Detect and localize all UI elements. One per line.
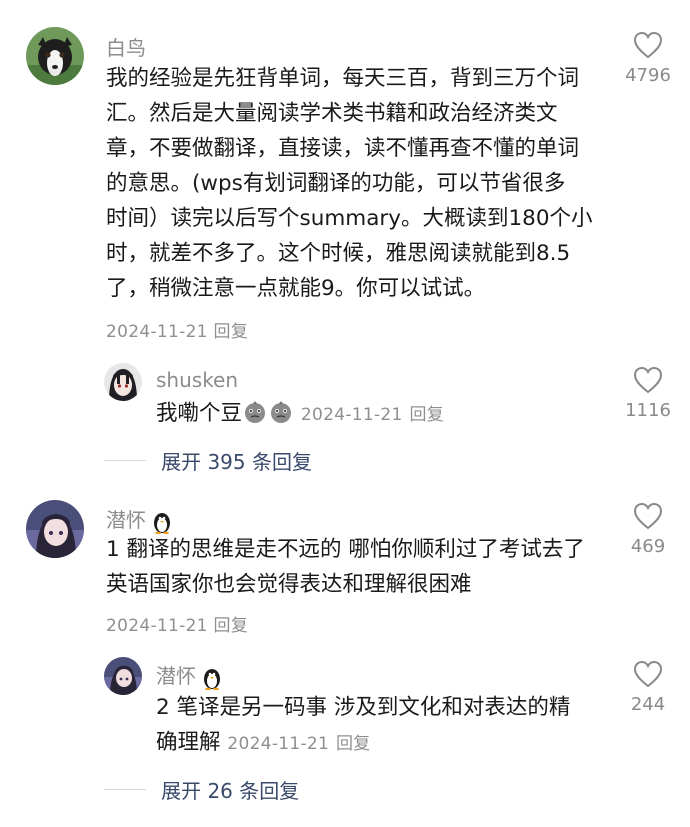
reply-button[interactable]: 回复 [410, 405, 445, 425]
username[interactable]: shusken [156, 368, 238, 392]
reply-item: 潜怀 2 笔译是另一码事 涉及到文化和对表达的精 确理解 2024-11-21 … [0, 654, 690, 764]
reply-line-text: 确理解 [156, 730, 221, 755]
penguin-icon [154, 512, 170, 534]
dog-avatar-image [26, 27, 84, 85]
comment-line: 时，就差不多了。这个时候，雅思阅读就能到8.5 [106, 241, 571, 266]
username-text: 潜怀 [106, 508, 146, 532]
comment-item: 白鸟 我的经验是先狂背单词，每天三百，背到三万个词 汇。然后是大量阅读学术类书籍… [0, 0, 690, 342]
avatar[interactable] [104, 363, 142, 401]
reply-item: shusken 我嘞个豆 2024-11-21 回复 1116 [0, 360, 690, 450]
avatar[interactable] [26, 500, 84, 558]
comment-line: 我的经验是先狂背单词，每天三百，背到三万个词 [106, 66, 580, 91]
comment-line: 1 翻译的思维是走不远的 哪怕你顺利过了考试去了 [106, 537, 585, 562]
like-button[interactable]: 469 [613, 502, 683, 557]
like-button[interactable]: 1116 [613, 366, 683, 421]
divider [104, 460, 146, 461]
username-text: 白鸟 [106, 36, 146, 60]
comment-date: 2024-11-21 [106, 616, 208, 636]
reply-text: 2 笔译是另一码事 涉及到文化和对表达的精 确理解 2024-11-21 回复 [156, 690, 570, 762]
bean-emoji-icon [245, 401, 266, 423]
avatar[interactable] [104, 657, 142, 695]
avatar[interactable] [26, 27, 84, 85]
comment-line: 了，稍微注意一点就能9。你可以试试。 [106, 276, 486, 301]
heart-icon [633, 31, 663, 59]
username[interactable]: 白鸟 [106, 32, 146, 61]
comment-line: 汇。然后是大量阅读学术类书籍和政治经济类文 [106, 101, 558, 126]
comment-line: 英语国家你也会觉得表达和理解很困难 [106, 572, 472, 597]
username[interactable]: 潜怀 [106, 504, 174, 534]
comment-text: 我的经验是先狂背单词，每天三百，背到三万个词 汇。然后是大量阅读学术类书籍和政治… [106, 61, 593, 306]
like-count: 469 [630, 536, 666, 557]
anime-avatar-image [26, 500, 84, 558]
divider [104, 789, 146, 790]
heart-icon [633, 366, 663, 394]
comment-meta: 2024-11-21 回复 [106, 317, 248, 342]
like-button[interactable]: 4796 [613, 31, 683, 86]
anime-avatar-image [104, 363, 142, 401]
reply-button[interactable]: 回复 [336, 734, 371, 754]
like-button[interactable]: 244 [613, 660, 683, 715]
expand-replies-button[interactable]: 展开 26 条回复 [104, 775, 299, 804]
reply-text: 我嘞个豆 2024-11-21 回复 [156, 396, 444, 433]
expand-replies-label: 展开 26 条回复 [161, 779, 300, 803]
username-text: shusken [156, 368, 239, 392]
heart-icon [633, 502, 663, 530]
reply-line: 我嘞个豆 2024-11-21 回复 [156, 396, 444, 433]
expand-replies-label: 展开 395 条回复 [161, 450, 312, 474]
reply-date: 2024-11-21 [227, 734, 330, 754]
bean-emoji-icon [271, 401, 292, 423]
like-count: 4796 [625, 65, 671, 86]
username-text: 潜怀 [156, 664, 196, 688]
like-count: 244 [630, 694, 666, 715]
comment-meta: 2024-11-21 回复 [106, 611, 248, 636]
comment-date: 2024-11-21 [106, 322, 208, 342]
comment-item: 潜怀 1 翻译的思维是走不远的 哪怕你顺利过了考试去了 英语国家你也会觉得表达和… [0, 495, 690, 645]
like-count: 1116 [625, 400, 671, 421]
anime-avatar-image [104, 657, 142, 695]
username[interactable]: 潜怀 [156, 660, 224, 690]
comment-line: 时间）读完以后写个summary。大概读到180个小 [106, 206, 593, 231]
reply-line: 2 笔译是另一码事 涉及到文化和对表达的精 [156, 695, 571, 720]
comment-line: 章，不要做翻译，直接读，读不懂再查不懂的单词 [106, 136, 580, 161]
heart-icon [633, 660, 663, 688]
penguin-icon [204, 668, 220, 690]
reply-line: 确理解 2024-11-21 回复 [156, 725, 570, 762]
reply-button[interactable]: 回复 [214, 322, 249, 342]
expand-replies-button[interactable]: 展开 395 条回复 [104, 446, 312, 475]
reply-button[interactable]: 回复 [214, 616, 249, 636]
reply-date: 2024-11-21 [300, 405, 403, 425]
comment-line: 的意思。(wps有划词翻译的功能，可以节省很多 [106, 171, 566, 196]
comment-text: 1 翻译的思维是走不远的 哪怕你顺利过了考试去了 英语国家你也会觉得表达和理解很… [106, 532, 585, 602]
reply-text-content: 我嘞个豆 [156, 401, 243, 426]
